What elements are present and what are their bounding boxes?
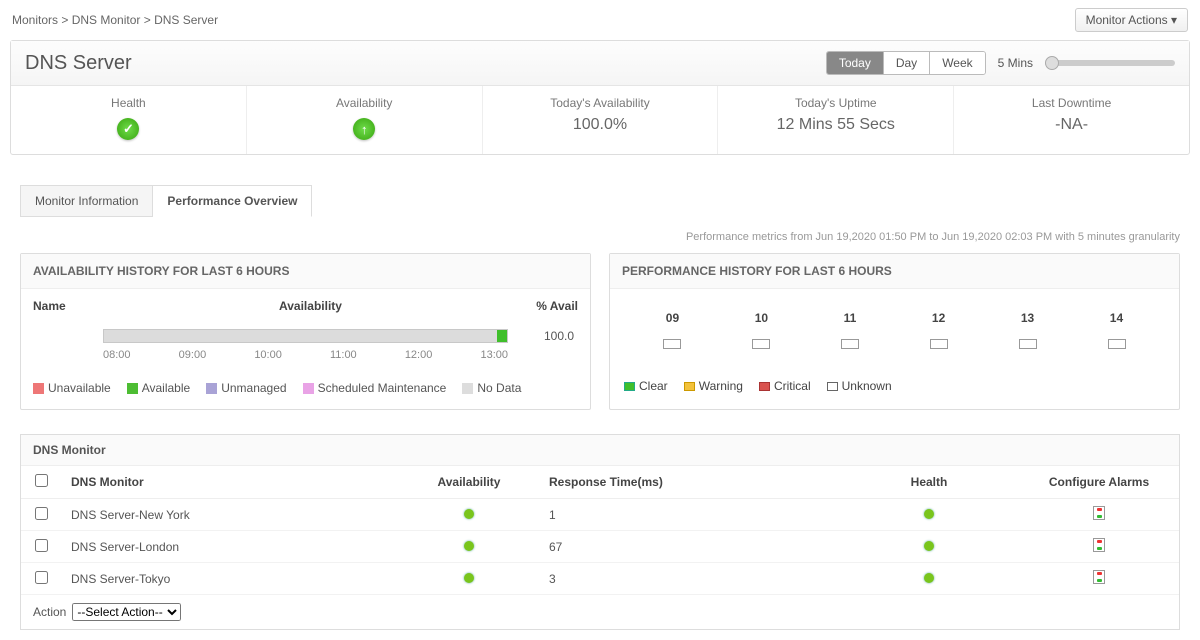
health-status-icon [924,573,934,583]
row-checkbox[interactable] [35,539,48,552]
today-uptime-label: Today's Uptime [718,96,953,110]
availability-time-axis: 08:0009:0010:0011:0012:0013:00 [103,349,508,361]
response-time: 67 [539,531,839,563]
monitor-actions-button[interactable]: Monitor Actions ▾ [1075,8,1188,32]
performance-legend: Clear Warning Critical Unknown [610,373,1179,407]
availability-percent-value: 100.0 [518,329,578,343]
toggle-day[interactable]: Day [884,52,930,74]
availability-bar [103,329,508,343]
health-status-icon [924,541,934,551]
granularity-slider[interactable] [1045,60,1175,66]
tab-monitor-information[interactable]: Monitor Information [20,185,153,217]
action-select[interactable]: --Select Action-- [72,603,181,621]
availability-legend: Unavailable Available Unmanaged Schedule… [21,375,590,409]
response-time: 1 [539,499,839,531]
col-availability: Availability [103,299,518,313]
last-downtime-label: Last Downtime [954,96,1189,110]
health-label: Health [11,96,246,110]
col-dns-response: Response Time(ms) [539,466,839,499]
availability-status-icon [464,541,474,551]
availability-up-icon [353,118,375,140]
dns-panel-title: DNS Monitor [21,435,1179,466]
health-ok-icon [117,118,139,140]
select-all-checkbox[interactable] [35,474,48,487]
dns-name[interactable]: DNS Server-New York [61,499,399,531]
last-downtime-value: -NA- [954,116,1189,134]
breadcrumb-monitors[interactable]: Monitors [12,13,58,27]
response-time: 3 [539,563,839,595]
performance-panel-title: PERFORMANCE HISTORY FOR LAST 6 HOURS [610,254,1179,289]
performance-status-boxes [610,325,1179,373]
table-row: DNS Server-New York 1 [21,499,1179,531]
configure-alarm-icon[interactable] [1093,538,1105,552]
table-row: DNS Server-Tokyo 3 [21,563,1179,595]
availability-label: Availability [247,96,482,110]
availability-status-icon [464,509,474,519]
col-dns-name: DNS Monitor [61,466,399,499]
availability-status-icon [464,573,474,583]
health-status-icon [924,509,934,519]
granularity-label: 5 Mins [998,56,1033,70]
toggle-today[interactable]: Today [827,52,884,74]
time-range-toggle[interactable]: Today Day Week [826,51,986,75]
table-row: DNS Server-London 67 [21,531,1179,563]
breadcrumb: Monitors > DNS Monitor > DNS Server Moni… [0,0,1200,40]
toggle-week[interactable]: Week [930,52,984,74]
col-percent: % Avail [518,299,578,313]
action-label: Action [33,605,66,619]
page-title: DNS Server [25,52,132,75]
metrics-timestamp-note: Performance metrics from Jun 19,2020 01:… [20,231,1180,243]
row-checkbox[interactable] [35,507,48,520]
row-checkbox[interactable] [35,571,48,584]
col-dns-alarm: Configure Alarms [1019,466,1179,499]
availability-panel-title: AVAILABILITY HISTORY FOR LAST 6 HOURS [21,254,590,289]
today-availability-value: 100.0% [483,116,718,134]
dns-name[interactable]: DNS Server-Tokyo [61,563,399,595]
configure-alarm-icon[interactable] [1093,570,1105,584]
availability-history-panel: AVAILABILITY HISTORY FOR LAST 6 HOURS Na… [20,253,591,410]
dns-name[interactable]: DNS Server-London [61,531,399,563]
tab-performance-overview[interactable]: Performance Overview [153,185,312,217]
today-uptime-value: 12 Mins 55 Secs [718,116,953,134]
performance-hours: 091011121314 [610,289,1179,325]
col-dns-health: Health [839,466,1019,499]
breadcrumb-current: DNS Server [154,13,218,27]
dns-monitor-panel: DNS Monitor DNS Monitor Availability Res… [20,434,1180,630]
col-dns-availability: Availability [399,466,539,499]
col-name: Name [33,299,103,313]
breadcrumb-dns-monitor[interactable]: DNS Monitor [72,13,141,27]
configure-alarm-icon[interactable] [1093,506,1105,520]
caret-down-icon: ▾ [1171,13,1177,27]
today-availability-label: Today's Availability [483,96,718,110]
performance-history-panel: PERFORMANCE HISTORY FOR LAST 6 HOURS 091… [609,253,1180,410]
header-panel: DNS Server Today Day Week 5 Mins Health … [10,40,1190,155]
